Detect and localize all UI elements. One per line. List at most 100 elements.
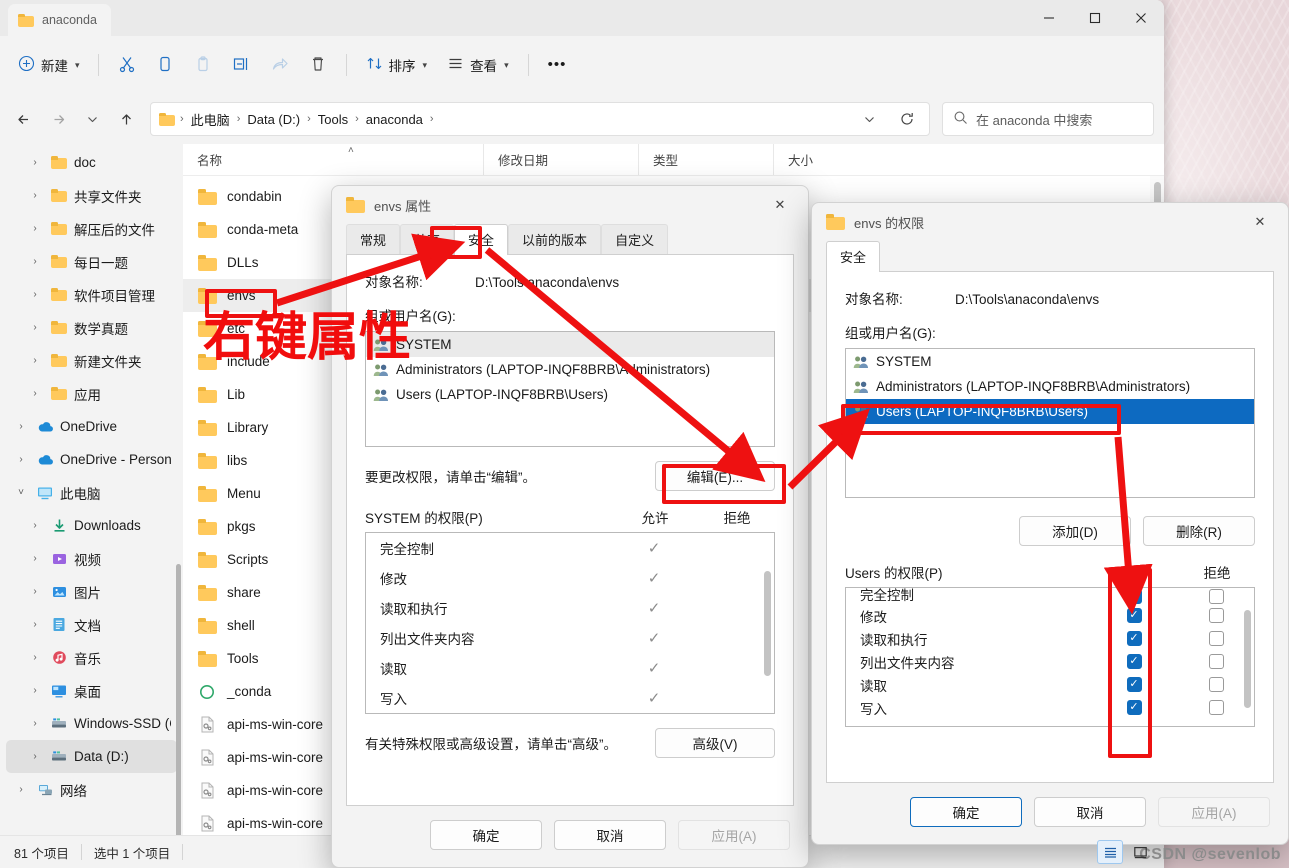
tab-4[interactable]: 自定义 (601, 224, 669, 255)
chevron-right-icon[interactable]: › (26, 619, 44, 630)
nav-item-18[interactable]: › Data (D:) (6, 740, 177, 773)
view-button[interactable]: 查看 ▾ (438, 48, 518, 82)
tab-0[interactable]: 常规 (346, 224, 401, 255)
sort-button[interactable]: 排序 ▾ (357, 48, 437, 82)
chevron-right-icon[interactable]: › (26, 190, 44, 201)
maximize-button[interactable] (1072, 0, 1118, 36)
chevron-right-icon[interactable]: › (26, 289, 44, 300)
back-button[interactable] (8, 103, 40, 135)
allow-checkbox[interactable] (1090, 677, 1178, 692)
chevron-right-icon[interactable]: › (26, 751, 44, 762)
rename-button[interactable] (223, 48, 260, 82)
permissions-scrollbar-thumb[interactable] (1244, 610, 1251, 708)
address-dropdown-button[interactable] (853, 103, 885, 135)
group-entry-2[interactable]: Users (LAPTOP-INQF8BRB\Users) (366, 382, 774, 407)
chevron-right-icon[interactable]: › (12, 784, 30, 795)
edit-button[interactable]: 编辑(E)... (655, 461, 775, 491)
chevron-right-icon[interactable]: › (26, 553, 44, 564)
allow-checkbox[interactable] (1090, 631, 1178, 646)
group-entry-1[interactable]: Administrators (LAPTOP-INQF8BRB\Administ… (846, 374, 1254, 399)
copy-button[interactable] (147, 48, 183, 82)
chevron-right-icon[interactable]: › (26, 652, 44, 663)
chevron-down-icon[interactable]: ˅ (12, 487, 30, 498)
nav-item-4[interactable]: › 软件项目管理 (6, 278, 177, 311)
close-button[interactable] (1118, 0, 1164, 36)
chevron-right-icon[interactable]: › (26, 520, 44, 531)
cut-button[interactable] (109, 48, 145, 82)
deny-checkbox[interactable] (1178, 677, 1254, 692)
add-button[interactable]: 添加(D) (1019, 516, 1131, 546)
chevron-right-icon[interactable]: › (12, 421, 30, 432)
nav-item-16[interactable]: › 桌面 (6, 674, 177, 707)
chevron-right-icon[interactable]: › (26, 157, 44, 168)
breadcrumb-item-0[interactable]: 此电脑 (187, 108, 234, 131)
nav-item-0[interactable]: › doc (6, 146, 177, 179)
column-header-type[interactable]: 类型 (638, 144, 773, 175)
breadcrumb-item-1[interactable]: Data (D:) (243, 110, 304, 129)
nav-item-17[interactable]: › Windows-SSD (C: (6, 707, 177, 740)
permissions-scrollbar-thumb[interactable] (764, 571, 771, 676)
tab-2[interactable]: 安全 (454, 224, 509, 255)
nav-item-2[interactable]: › 解压后的文件 (6, 212, 177, 245)
advanced-button[interactable]: 高级(V) (655, 728, 775, 758)
nav-item-8[interactable]: › OneDrive (6, 410, 177, 443)
nav-item-13[interactable]: › 图片 (6, 575, 177, 608)
column-header-name[interactable]: 名称 ˄ (183, 144, 483, 175)
details-view-icon[interactable] (1097, 840, 1123, 864)
up-button[interactable] (110, 103, 142, 135)
nav-item-5[interactable]: › 数学真题 (6, 311, 177, 344)
nav-item-6[interactable]: › 新建文件夹 (6, 344, 177, 377)
chevron-right-icon[interactable]: › (26, 718, 44, 729)
group-entry-0[interactable]: SYSTEM (846, 349, 1254, 374)
breadcrumb-item-2[interactable]: Tools (314, 110, 352, 129)
tab-1[interactable]: 共享 (400, 224, 455, 255)
group-user-listbox[interactable]: SYSTEM Administrators (LAPTOP-INQF8BRB\Ad… (845, 348, 1255, 498)
nav-item-7[interactable]: › 应用 (6, 377, 177, 410)
allow-checkbox[interactable] (1090, 654, 1178, 669)
chevron-right-icon[interactable]: › (26, 355, 44, 366)
nav-item-12[interactable]: › 视频 (6, 542, 177, 575)
deny-checkbox[interactable] (1178, 654, 1254, 669)
allow-checkbox[interactable] (1090, 700, 1178, 715)
chevron-right-icon[interactable]: › (12, 454, 30, 465)
recent-locations-button[interactable] (76, 103, 108, 135)
nav-item-15[interactable]: › 音乐 (6, 641, 177, 674)
group-entry-0[interactable]: SYSTEM (366, 332, 774, 357)
forward-button[interactable] (42, 103, 74, 135)
group-entry-1[interactable]: Administrators (LAPTOP-INQF8BRB\Administ… (366, 357, 774, 382)
nav-item-14[interactable]: › 文档 (6, 608, 177, 641)
nav-item-19[interactable]: › 网络 (6, 773, 177, 806)
refresh-button[interactable] (891, 103, 923, 135)
chevron-right-icon[interactable]: › (26, 322, 44, 333)
address-bar[interactable]: › 此电脑 › Data (D:) › Tools › anaconda › (150, 102, 930, 136)
nav-item-1[interactable]: › 共享文件夹 (6, 179, 177, 212)
permissions-list[interactable]: 完全控制 ✓ 修改 ✓ 读取和执行 ✓ 列出文件夹内容 ✓ 读取 ✓ 写入 ✓ (365, 532, 775, 714)
ok-button[interactable]: 确定 (430, 820, 542, 850)
chevron-right-icon[interactable]: › (26, 586, 44, 597)
column-header-size[interactable]: 大小 (773, 144, 868, 175)
explorer-tab[interactable]: anaconda (8, 4, 111, 36)
more-options-button[interactable]: ••• (539, 48, 576, 82)
nav-item-11[interactable]: › Downloads (6, 509, 177, 542)
chevron-right-icon[interactable]: › (26, 256, 44, 267)
large-icons-view-icon[interactable] (1127, 840, 1153, 864)
allow-checkbox[interactable] (1090, 608, 1178, 623)
deny-checkbox[interactable] (1178, 608, 1254, 623)
tab-3[interactable]: 以前的版本 (508, 224, 602, 255)
tab-0[interactable]: 安全 (826, 241, 881, 272)
cancel-button[interactable]: 取消 (554, 820, 666, 850)
chevron-right-icon[interactable]: › (26, 685, 44, 696)
remove-button[interactable]: 删除(R) (1143, 516, 1255, 546)
nav-item-3[interactable]: › 每日一题 (6, 245, 177, 278)
group-entry-2[interactable]: Users (LAPTOP-INQF8BRB\Users) (846, 399, 1254, 424)
cancel-button[interactable]: 取消 (1034, 797, 1146, 827)
search-input[interactable]: 在 anaconda 中搜索 (942, 102, 1154, 136)
close-icon[interactable]: ✕ (760, 190, 800, 220)
ok-button[interactable]: 确定 (910, 797, 1022, 827)
column-header-date[interactable]: 修改日期 (483, 144, 638, 175)
deny-checkbox[interactable] (1178, 700, 1254, 715)
deny-checkbox[interactable] (1178, 631, 1254, 646)
minimize-button[interactable] (1026, 0, 1072, 36)
breadcrumb-item-3[interactable]: anaconda (362, 110, 427, 129)
delete-button[interactable] (300, 48, 336, 82)
